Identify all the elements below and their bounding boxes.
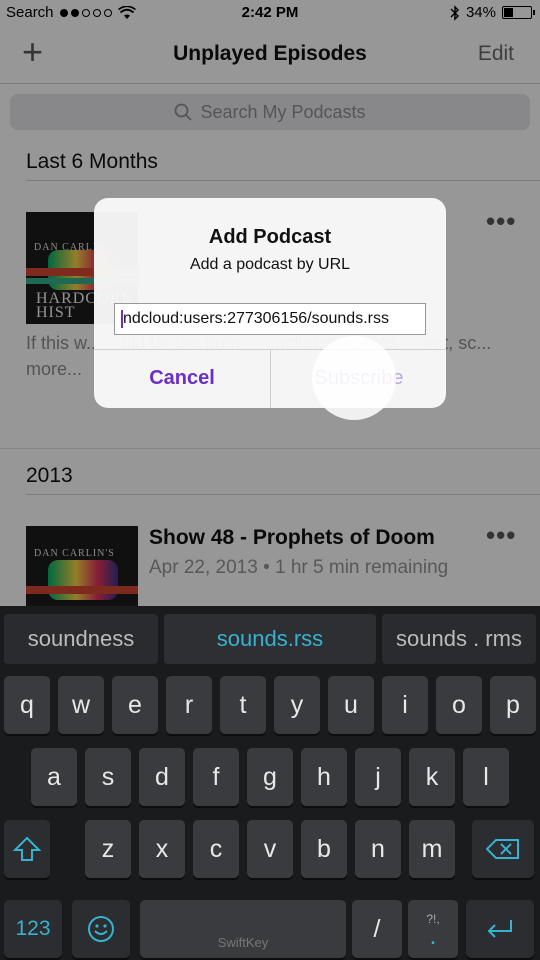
suggestion-1[interactable]: soundness bbox=[4, 614, 158, 664]
key-j[interactable]: j bbox=[355, 748, 401, 806]
url-input-value: ndcloud:users:277306156/sounds.rss bbox=[123, 310, 389, 328]
key-h[interactable]: h bbox=[301, 748, 347, 806]
space-bar[interactable]: SwiftKey bbox=[140, 900, 346, 958]
touch-indicator bbox=[312, 336, 396, 420]
key-w[interactable]: w bbox=[58, 676, 104, 734]
key-v[interactable]: v bbox=[247, 820, 293, 878]
period-key-label: . bbox=[429, 922, 437, 950]
shift-icon[interactable] bbox=[4, 820, 50, 878]
key-u[interactable]: u bbox=[328, 676, 374, 734]
key-i[interactable]: i bbox=[382, 676, 428, 734]
cancel-button[interactable]: Cancel bbox=[94, 349, 270, 408]
key-o[interactable]: o bbox=[436, 676, 482, 734]
key-t[interactable]: t bbox=[220, 676, 266, 734]
key-k[interactable]: k bbox=[409, 748, 455, 806]
key-y[interactable]: y bbox=[274, 676, 320, 734]
key-r[interactable]: r bbox=[166, 676, 212, 734]
period-key[interactable]: ?!, . bbox=[408, 900, 458, 958]
backspace-icon[interactable] bbox=[472, 820, 534, 878]
url-input[interactable]: ndcloud:users:277306156/sounds.rss bbox=[114, 303, 426, 335]
key-m[interactable]: m bbox=[409, 820, 455, 878]
keyboard: soundness sounds.rss sounds . rms 123 Sw… bbox=[0, 606, 540, 960]
key-x[interactable]: x bbox=[139, 820, 185, 878]
key-c[interactable]: c bbox=[193, 820, 239, 878]
return-icon[interactable] bbox=[466, 900, 534, 958]
numbers-key[interactable]: 123 bbox=[4, 900, 62, 958]
key-s[interactable]: s bbox=[85, 748, 131, 806]
key-q[interactable]: q bbox=[4, 676, 50, 734]
key-n[interactable]: n bbox=[355, 820, 401, 878]
suggestion-2[interactable]: sounds.rss bbox=[164, 614, 376, 664]
key-d[interactable]: d bbox=[139, 748, 185, 806]
smiley-icon[interactable] bbox=[72, 900, 130, 958]
keyboard-brand: SwiftKey bbox=[217, 935, 269, 950]
key-f[interactable]: f bbox=[193, 748, 239, 806]
key-p[interactable]: p bbox=[490, 676, 536, 734]
key-z[interactable]: z bbox=[85, 820, 131, 878]
key-e[interactable]: e bbox=[112, 676, 158, 734]
key-a[interactable]: a bbox=[31, 748, 77, 806]
key-b[interactable]: b bbox=[301, 820, 347, 878]
dialog-title: Add Podcast bbox=[208, 226, 332, 248]
dialog-message: Add a podcast by URL bbox=[189, 256, 351, 273]
key-l[interactable]: l bbox=[463, 748, 509, 806]
slash-key[interactable]: / bbox=[352, 900, 402, 958]
suggestion-3[interactable]: sounds . rms bbox=[382, 614, 536, 664]
key-g[interactable]: g bbox=[247, 748, 293, 806]
